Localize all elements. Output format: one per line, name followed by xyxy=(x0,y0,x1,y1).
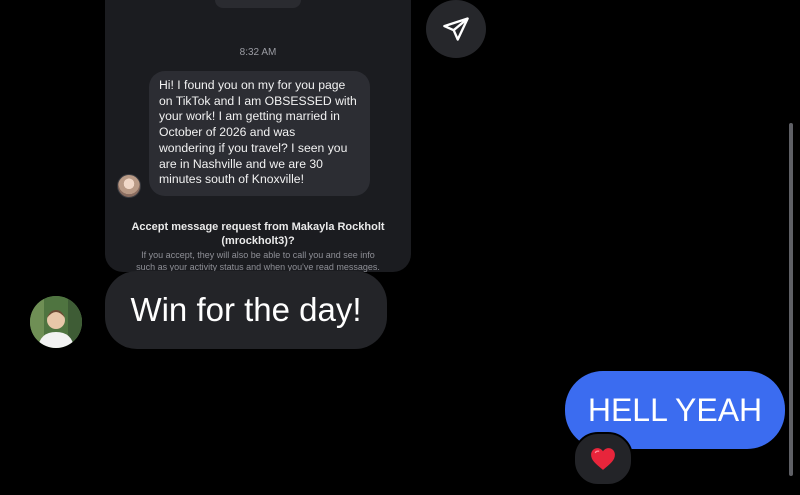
message-line: wondering if you travel? I seen you xyxy=(159,140,348,155)
paper-plane-icon xyxy=(443,17,469,41)
sender-avatar[interactable] xyxy=(117,174,141,198)
message-timestamp: 8:32 AM xyxy=(239,47,277,58)
message-line: minutes south of Knoxville! xyxy=(159,172,304,187)
request-title-line: Accept message request from Makayla Rock… xyxy=(131,221,385,233)
message-line: October of 2026 and was xyxy=(159,125,296,140)
request-subtext: If you accept, they will also be able to… xyxy=(119,249,397,272)
request-subtext-line: If you accept, they will also be able to… xyxy=(141,250,375,260)
message-line: are in Nashville and we are 30 xyxy=(159,156,323,171)
reaction-badge[interactable] xyxy=(573,432,633,486)
message-line: your work! I am getting married in xyxy=(159,109,340,124)
message-line: Hi! I found you on my for you page xyxy=(159,78,346,92)
heart-icon xyxy=(591,448,615,470)
request-title: Accept message request from Makayla Rock… xyxy=(123,220,393,248)
message-line: on TikTok and I am OBSESSED with xyxy=(159,93,357,108)
message-request-bubble: Hi! I found you on my for you page on Ti… xyxy=(149,71,370,196)
profile-photo xyxy=(30,296,82,348)
scrollbar[interactable] xyxy=(789,123,793,476)
received-message-bubble[interactable]: Win for the day! xyxy=(105,271,387,349)
request-title-line: (mrockholt3)? xyxy=(221,235,295,247)
card-top-tab xyxy=(215,0,301,8)
shared-message-card[interactable]: 8:32 AM Hi! I found you on my for you pa… xyxy=(105,0,411,272)
avatar[interactable] xyxy=(30,296,82,348)
share-button[interactable] xyxy=(426,0,486,58)
